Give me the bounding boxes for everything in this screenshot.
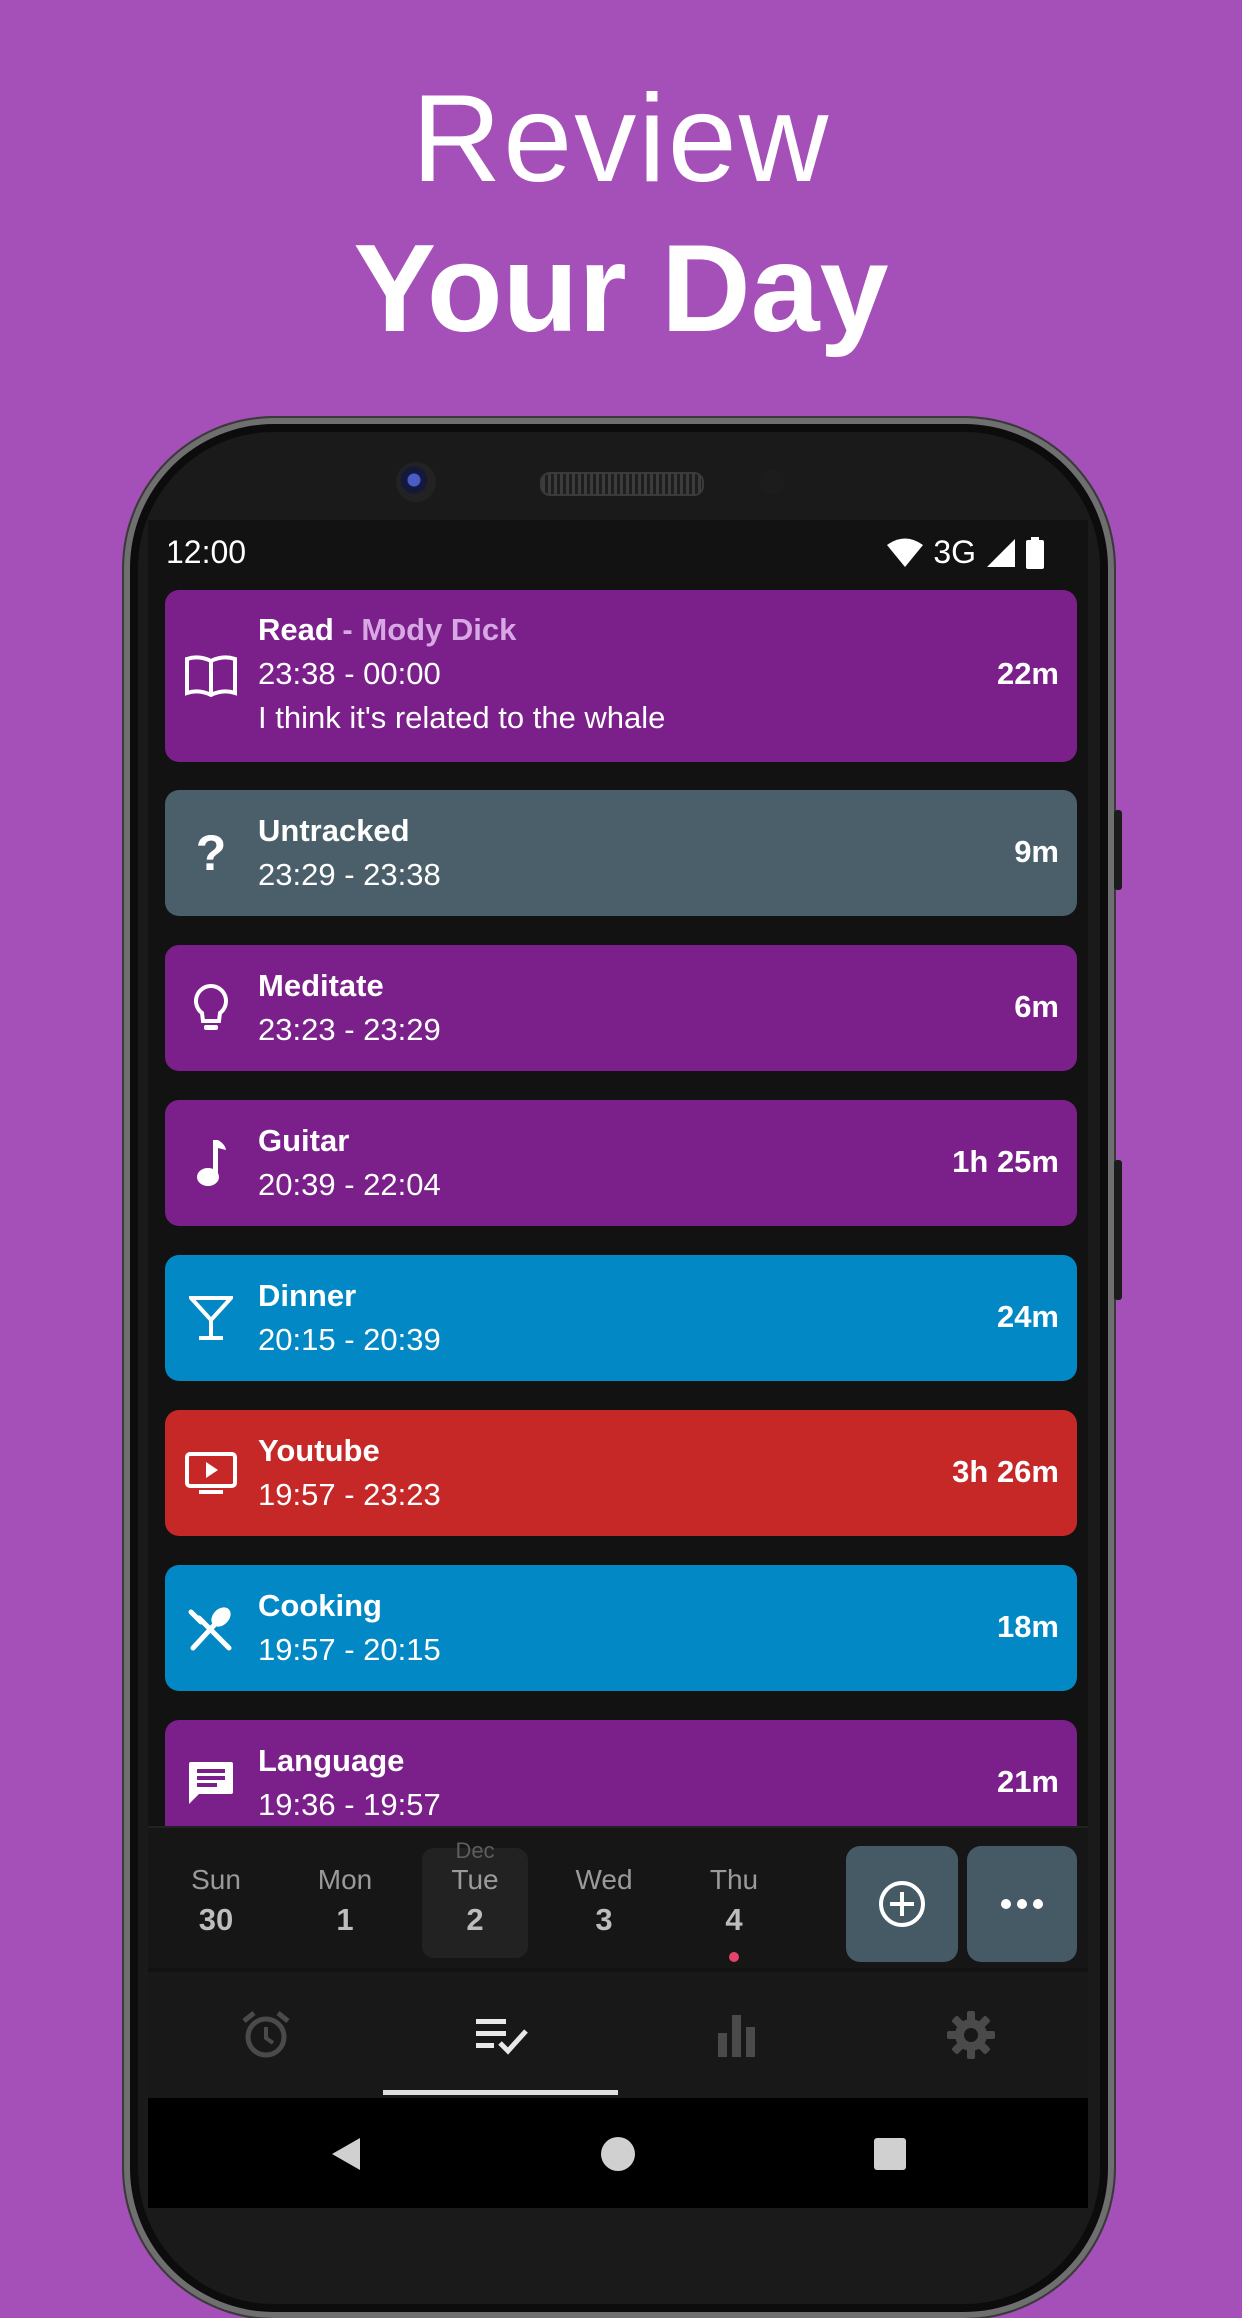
- activity-time: 19:36 - 19:57: [258, 1787, 441, 1822]
- activity-title: Cooking: [258, 1588, 382, 1623]
- nav-active-indicator: [383, 2090, 618, 2095]
- activity-title: Youtube: [258, 1433, 380, 1468]
- activity-time: 23:38 - 00:00: [258, 656, 441, 691]
- earpiece-speaker: [540, 472, 704, 496]
- nav-timeline[interactable]: [383, 1972, 618, 2098]
- activity-duration: 1h 25m: [952, 1144, 1059, 1179]
- day-selector: Sun 30 Mon 1 Dec Tue 2 Wed 3 Thu 4: [148, 1826, 1088, 1968]
- day-tue-selected[interactable]: Dec Tue 2: [422, 1838, 528, 1958]
- month-label: Dec: [455, 1838, 495, 1863]
- activity-title: Language: [258, 1743, 405, 1778]
- system-navigation-bar: [148, 2098, 1088, 2208]
- lightbulb-icon: [183, 980, 239, 1036]
- phone-volume-button: [1114, 1160, 1122, 1300]
- activity-time: 23:23 - 23:29: [258, 1012, 441, 1047]
- activity-card-meditate[interactable]: Meditate 23:23 - 23:29 6m: [165, 945, 1077, 1071]
- status-bar: 12:00 3G: [148, 520, 1088, 590]
- add-circle-icon: [879, 1881, 925, 1927]
- home-circle-icon: [601, 2137, 635, 2171]
- signal-icon: [987, 538, 1015, 567]
- phone-side-button: [1114, 810, 1122, 890]
- activity-title: Untracked: [258, 813, 410, 848]
- activity-subtitle: Mody Dick: [361, 612, 517, 647]
- activity-title: Read: [258, 612, 334, 647]
- activity-title: Dinner: [258, 1278, 357, 1313]
- day-number: 2: [466, 1902, 484, 1937]
- activity-card-cooking[interactable]: Cooking 19:57 - 20:15 18m: [165, 1565, 1077, 1691]
- activity-card-read[interactable]: Read - Mody Dick 23:38 - 00:00 I think i…: [165, 590, 1077, 762]
- day-number: 1: [336, 1902, 354, 1937]
- home-button[interactable]: [590, 2126, 646, 2182]
- activity-card-dinner[interactable]: Dinner 20:15 - 20:39 24m: [165, 1255, 1077, 1381]
- wifi-icon: [887, 538, 924, 567]
- phone-screen: 12:00 3G Read - Mody Dick 23:38 - 00:00 …: [148, 520, 1088, 2208]
- book-icon: [183, 648, 239, 704]
- add-activity-button[interactable]: [846, 1846, 958, 1962]
- activity-duration: 18m: [996, 1609, 1059, 1644]
- activity-duration: 9m: [1014, 834, 1059, 869]
- alarm-clock-icon: [241, 2011, 290, 2058]
- day-name: Thu: [709, 1864, 759, 1895]
- day-name: Sun: [191, 1864, 241, 1895]
- headline-review: Review: [411, 70, 831, 208]
- more-options-button[interactable]: [967, 1846, 1077, 1962]
- activity-duration: 3h 26m: [952, 1454, 1059, 1489]
- activity-duration: 6m: [1014, 989, 1059, 1024]
- gear-icon: [946, 2011, 995, 2059]
- day-number: 3: [595, 1902, 613, 1937]
- utensils-icon: [183, 1600, 239, 1656]
- nav-statistics[interactable]: [618, 1972, 853, 2098]
- day-name: Tue: [451, 1864, 499, 1895]
- proximity-sensor: [760, 470, 784, 494]
- network-label: 3G: [933, 534, 976, 570]
- bar-chart-icon: [717, 2015, 755, 2057]
- nav-alarm[interactable]: [148, 1972, 383, 2098]
- battery-icon: [1026, 536, 1044, 569]
- day-number: 4: [725, 1902, 743, 1937]
- day-number: 30: [198, 1902, 234, 1937]
- activity-title: Meditate: [258, 968, 384, 1003]
- chat-icon: [183, 1755, 239, 1811]
- headline-your-day: Your Day: [353, 220, 889, 358]
- checklist-icon: [475, 2019, 528, 2055]
- activity-time: 20:39 - 22:04: [258, 1167, 441, 1202]
- status-icons: 3G: [887, 534, 1044, 571]
- today-indicator-dot: [729, 1952, 739, 1962]
- activity-card-youtube[interactable]: Youtube 19:57 - 23:23 3h 26m: [165, 1410, 1077, 1536]
- activity-card-untracked[interactable]: ? Untracked 23:29 - 23:38 9m: [165, 790, 1077, 916]
- activity-time: 19:57 - 20:15: [258, 1632, 441, 1667]
- front-camera: [396, 462, 436, 502]
- recents-button[interactable]: [862, 2126, 918, 2182]
- status-time: 12:00: [166, 534, 247, 570]
- tv-play-icon: [183, 1445, 239, 1501]
- activity-time: 23:29 - 23:38: [258, 857, 441, 892]
- day-mon[interactable]: Mon 1: [292, 1848, 398, 1958]
- activity-note: I think it's related to the whale: [258, 700, 666, 735]
- activity-title: Guitar: [258, 1123, 350, 1158]
- activity-card-guitar[interactable]: Guitar 20:39 - 22:04 1h 25m: [165, 1100, 1077, 1226]
- day-thu[interactable]: Thu 4: [681, 1848, 787, 1962]
- back-button[interactable]: [318, 2126, 374, 2182]
- more-horizontal-icon: [1001, 1899, 1043, 1909]
- day-sun[interactable]: Sun 30: [163, 1848, 269, 1958]
- activity-duration: 22m: [996, 656, 1059, 691]
- back-triangle-icon: [332, 2138, 360, 2170]
- cocktail-glass-icon: [183, 1290, 239, 1346]
- question-icon: ?: [195, 825, 227, 881]
- music-note-icon: [183, 1135, 239, 1191]
- nav-settings[interactable]: [853, 1972, 1088, 2098]
- activity-duration: 24m: [996, 1299, 1059, 1334]
- recents-square-icon: [874, 2138, 906, 2170]
- activity-time: 19:57 - 23:23: [258, 1477, 441, 1512]
- day-name: Mon: [317, 1864, 373, 1895]
- bottom-navigation: [148, 1972, 1088, 2098]
- activity-time: 20:15 - 20:39: [258, 1322, 441, 1357]
- activity-duration: 21m: [996, 1764, 1059, 1799]
- day-name: Wed: [575, 1864, 633, 1895]
- day-wed[interactable]: Wed 3: [551, 1848, 657, 1958]
- light-sensor: [802, 462, 840, 500]
